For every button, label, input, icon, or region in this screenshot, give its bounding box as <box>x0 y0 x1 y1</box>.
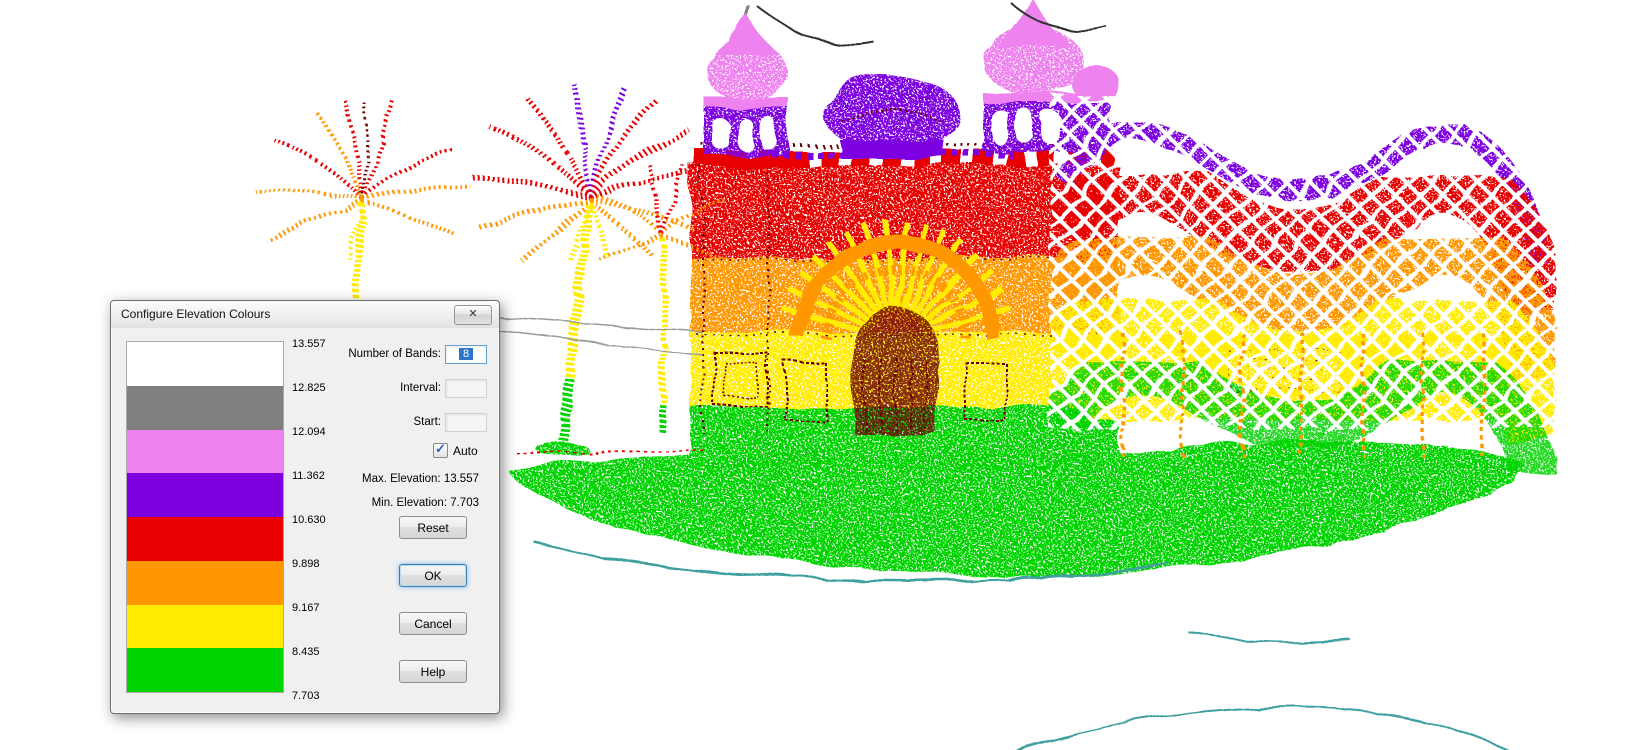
auto-row: Auto <box>433 443 478 458</box>
number-of-bands-value: 8 <box>459 348 473 360</box>
close-button[interactable]: ✕ <box>454 305 492 325</box>
dome <box>980 24 1080 92</box>
legend-band-purple[interactable] <box>127 473 283 517</box>
legend-band-orange[interactable] <box>127 561 283 605</box>
min-elevation-text: Min. Elevation: 7.703 <box>372 497 479 509</box>
breakline-3 <box>1012 705 1512 750</box>
interval-input[interactable] <box>445 379 487 398</box>
legend-tick: 10.630 <box>292 514 326 526</box>
legend-band-green[interactable] <box>127 648 283 692</box>
number-of-bands-input[interactable]: 8 <box>445 345 487 364</box>
help-button[interactable]: Help <box>399 660 467 683</box>
max-elevation-text: Max. Elevation: 13.557 <box>362 473 479 485</box>
start-label: Start: <box>414 416 441 428</box>
legend-tick: 7.703 <box>292 690 320 702</box>
dome <box>705 40 785 100</box>
legend-bands <box>126 341 284 693</box>
dialog-titlebar[interactable]: Configure Elevation Colours ✕ <box>111 301 499 328</box>
trunk <box>352 202 360 304</box>
legend-band-gray[interactable] <box>127 386 283 430</box>
breakline-2 <box>1186 630 1348 639</box>
legend-band-white[interactable] <box>127 342 283 386</box>
legend-tick: 8.435 <box>292 646 320 658</box>
arch-opening <box>711 116 727 148</box>
palm-tree-center <box>466 80 706 455</box>
legend-tick: 12.094 <box>292 426 326 438</box>
arch-opening <box>759 116 775 148</box>
legend-tick: 13.557 <box>292 338 326 350</box>
trunk <box>660 236 662 402</box>
auto-label: Auto <box>453 444 478 458</box>
fronds <box>252 96 466 256</box>
dome-drum <box>838 138 942 156</box>
arch-opening <box>990 108 1007 142</box>
arch-opening <box>1015 108 1032 142</box>
cancel-button[interactable]: Cancel <box>399 612 467 635</box>
legend-band-red[interactable] <box>127 517 283 561</box>
number-of-bands-label: Number of Bands: <box>348 348 441 360</box>
dialog-title: Configure Elevation Colours <box>121 307 270 321</box>
tower-base <box>703 154 787 166</box>
auto-checkbox[interactable] <box>433 443 448 458</box>
reset-button[interactable]: Reset <box>399 516 467 539</box>
legend-tick: 9.167 <box>292 602 320 614</box>
truss-lattice <box>1048 92 1553 427</box>
start-input[interactable] <box>445 413 487 432</box>
interval-label: Interval: <box>400 382 441 394</box>
trunk-base <box>560 375 566 443</box>
legend-tick: 9.898 <box>292 558 320 570</box>
legend-tick: 12.825 <box>292 382 326 394</box>
ok-button[interactable]: OK <box>399 564 467 587</box>
roller-coaster <box>1048 92 1553 498</box>
legend-band-violet[interactable] <box>127 430 283 474</box>
legend-band-yellow[interactable] <box>127 605 283 649</box>
base-foliage <box>534 439 586 455</box>
dome-band <box>703 96 787 106</box>
legend-ticks: 13.55712.82512.09411.36210.6309.8989.167… <box>292 343 352 699</box>
legend-tick: 11.362 <box>292 470 325 482</box>
close-icon: ✕ <box>468 308 477 320</box>
arch-opening <box>735 116 751 148</box>
cable-left <box>755 4 872 42</box>
tower-left <box>703 2 787 166</box>
configure-elevation-colours-dialog: Configure Elevation Colours ✕ 13.557 12.8… <box>110 300 500 714</box>
